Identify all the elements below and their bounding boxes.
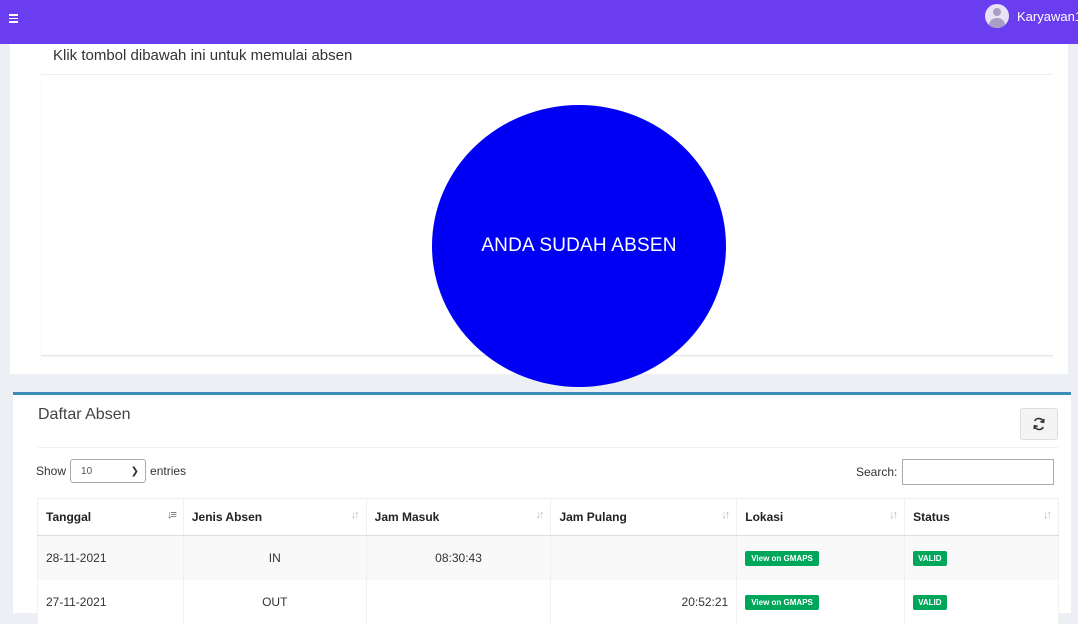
table-header-row: Tanggal ↓≡ Jenis Absen ↓↑ Jam Masuk ↓↑ Jam … bbox=[37, 498, 1059, 536]
search-control: Search: bbox=[856, 459, 1055, 485]
sort-icon: ↓↑ bbox=[1043, 509, 1052, 521]
column-header-tanggal[interactable]: Tanggal ↓≡ bbox=[37, 498, 184, 536]
sidebar-edge bbox=[0, 44, 8, 610]
sort-icon: ↓≡ bbox=[166, 509, 177, 521]
cell-lokasi: View on GMAPS bbox=[736, 580, 906, 624]
username-label: Karyawan1 bbox=[1017, 8, 1078, 24]
column-header-jenis-absen[interactable]: Jenis Absen ↓↑ bbox=[182, 498, 367, 536]
search-label: Search: bbox=[856, 465, 898, 479]
column-header-lokasi[interactable]: Lokasi ↓↑ bbox=[736, 498, 906, 536]
entries-value: 10 bbox=[81, 465, 93, 477]
sort-icon: ↓↑ bbox=[535, 509, 544, 521]
absen-table: Tanggal ↓≡ Jenis Absen ↓↑ Jam Masuk ↓↑ Jam … bbox=[37, 498, 1059, 624]
card-title: Daftar Absen bbox=[38, 406, 131, 423]
header-divider bbox=[38, 447, 1058, 448]
entries-label: entries bbox=[150, 464, 187, 478]
absen-button-panel: ANDA SUDAH ABSEN bbox=[41, 74, 1053, 387]
cell-tanggal: 27-11-2021 bbox=[37, 580, 184, 624]
top-navbar: Karyawan1 bbox=[0, 0, 1078, 44]
daftar-absen-card: Daftar Absen Show 10 ❯ entries Search: T… bbox=[13, 392, 1071, 624]
cell-lokasi: View on GMAPS bbox=[736, 535, 906, 580]
cell-status: VALID bbox=[904, 580, 1059, 624]
user-avatar-icon bbox=[985, 4, 1009, 28]
sort-icon: ↓↑ bbox=[889, 509, 898, 521]
cell-tanggal: 28-11-2021 bbox=[37, 535, 184, 580]
cell-jam-masuk bbox=[365, 580, 552, 624]
cell-jam-pulang: 20:52:21 bbox=[550, 580, 738, 624]
cell-jam-masuk: 08:30:43 bbox=[365, 535, 552, 580]
absen-card: Klik tombol dibawah ini untuk memulai ab… bbox=[10, 44, 1068, 387]
entries-length-control: Show 10 ❯ entries bbox=[36, 459, 186, 483]
show-label: Show bbox=[36, 464, 67, 478]
sort-icon: ↓↑ bbox=[350, 509, 360, 521]
cell-jam-pulang bbox=[550, 535, 738, 580]
column-header-jam-pulang[interactable]: Jam Pulang ↓↑ bbox=[550, 498, 738, 536]
view-on-gmaps-button[interactable]: View on GMAPS bbox=[745, 595, 819, 610]
column-header-status[interactable]: Status ↓↑ bbox=[904, 498, 1059, 536]
status-badge: VALID bbox=[913, 595, 947, 610]
menu-icon[interactable] bbox=[9, 14, 18, 23]
cell-jenis-absen: OUT bbox=[182, 580, 367, 624]
absen-button[interactable]: ANDA SUDAH ABSEN bbox=[432, 105, 726, 387]
search-input[interactable] bbox=[902, 459, 1055, 485]
refresh-icon bbox=[1033, 417, 1045, 431]
table-row: 28-11-2021 IN 08:30:43 View on GMAPS VAL… bbox=[37, 535, 1059, 580]
table-row: 27-11-2021 OUT 20:52:21 View on GMAPS VA… bbox=[37, 580, 1059, 624]
view-on-gmaps-button[interactable]: View on GMAPS bbox=[745, 551, 819, 566]
cell-status: VALID bbox=[904, 535, 1059, 580]
sort-icon: ↓↑ bbox=[721, 509, 730, 521]
chevron-down-icon: ❯ bbox=[130, 465, 140, 477]
refresh-button[interactable] bbox=[1020, 408, 1058, 440]
entries-select[interactable]: 10 ❯ bbox=[70, 459, 147, 483]
absen-instruction: Klik tombol dibawah ini untuk memulai ab… bbox=[53, 47, 353, 64]
status-badge: VALID bbox=[913, 551, 947, 566]
user-menu[interactable]: Karyawan1 bbox=[985, 4, 1078, 36]
column-header-jam-masuk[interactable]: Jam Masuk ↓↑ bbox=[365, 498, 552, 536]
cell-jenis-absen: IN bbox=[182, 535, 367, 580]
